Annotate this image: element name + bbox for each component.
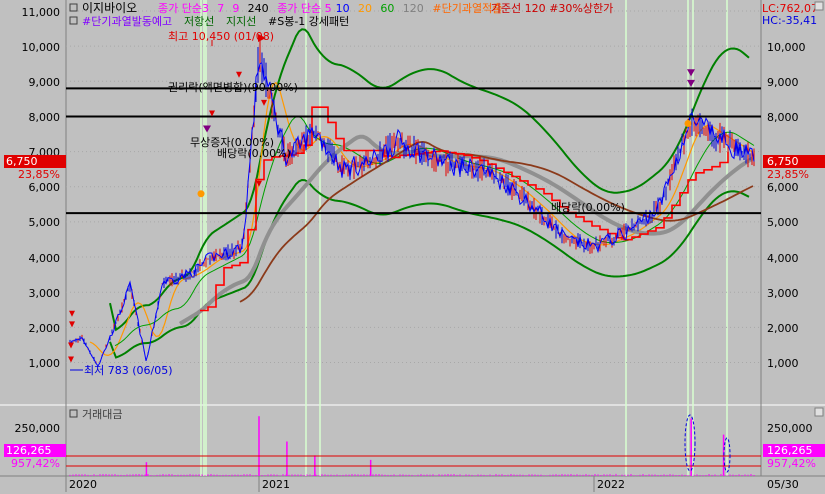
y-tick-right: 6,000 bbox=[767, 181, 799, 194]
volume-value-left: 126,265 bbox=[6, 444, 52, 457]
y-tick: 4,000 bbox=[29, 252, 61, 265]
y-tick-right: 4,000 bbox=[767, 252, 799, 265]
y-tick-right: 2,000 bbox=[767, 322, 799, 335]
current-change-right: 23,85% bbox=[767, 168, 809, 181]
high-annotation: 최고 10,450 (01/08) bbox=[168, 30, 274, 43]
left-price-axis: 11,000 10,000 9,000 8,000 7,000 6,000 5,… bbox=[22, 6, 61, 370]
y-tick: 2,000 bbox=[29, 322, 61, 335]
stock-name: 이지바이오 bbox=[82, 1, 137, 15]
legend-item: 종가 단순 5 bbox=[277, 2, 331, 15]
legend-item: 240 bbox=[248, 2, 269, 15]
y-tick-right: 9,000 bbox=[767, 76, 799, 89]
y-tick: 1,000 bbox=[29, 357, 61, 370]
y-tick: 3,000 bbox=[29, 287, 61, 300]
y-tick-right: 5,000 bbox=[767, 216, 799, 229]
legend-item: 종가 단순 bbox=[158, 2, 202, 15]
legend-item: 지지선 bbox=[226, 15, 256, 28]
x-tick: 2022 bbox=[597, 478, 625, 491]
legend-item: 10 bbox=[336, 2, 350, 15]
legend-item: 3 bbox=[202, 2, 209, 15]
x-end-date: 05/30 bbox=[767, 478, 799, 491]
current-change-left: 23,85% bbox=[18, 168, 60, 181]
legend-item: #S봉-1 강세패턴 bbox=[268, 15, 349, 28]
stock-chart[interactable]: 11,000 10,000 9,000 8,000 7,000 6,000 5,… bbox=[0, 0, 825, 494]
legend-item: 60 bbox=[380, 2, 394, 15]
x-tick: 2021 bbox=[262, 478, 290, 491]
current-price-right: 6,750 bbox=[767, 155, 799, 168]
volume-plot-area[interactable] bbox=[66, 407, 761, 475]
low-annotation: 최저 783 (06/05) bbox=[84, 364, 173, 377]
volume-ratio-right: 957,42% bbox=[767, 457, 816, 470]
legend-item: 9 bbox=[232, 2, 239, 15]
overheat-marker-icon bbox=[197, 190, 205, 198]
y-tick: 5,000 bbox=[29, 216, 61, 229]
right-price-axis: 10,000 9,000 8,000 6,000 5,000 4,000 3,0… bbox=[767, 41, 806, 370]
scroll-up-icon[interactable] bbox=[814, 1, 824, 11]
rights-ex-annotation: 권리락(액면병합)(90.00%) bbox=[168, 81, 298, 94]
y-tick-right: 8,000 bbox=[767, 111, 799, 124]
dividend-annotation: 배당락(0.00%) bbox=[217, 147, 291, 160]
y-tick-right: 1,000 bbox=[767, 357, 799, 370]
overheat-marker-icon bbox=[684, 119, 692, 127]
current-price-left: 6,750 bbox=[6, 155, 38, 168]
y-tick: 11,000 bbox=[22, 6, 61, 19]
dividend2-annotation: 배당락(0.00%) bbox=[551, 201, 625, 214]
hc-readout: HC:-35,41 bbox=[762, 14, 817, 27]
y-tick-right: 10,000 bbox=[767, 41, 806, 54]
legend-item: #30%상한가 bbox=[549, 2, 613, 15]
y-tick: 6,000 bbox=[29, 181, 61, 194]
volume-ratio-left: 957,42% bbox=[11, 457, 60, 470]
volume-title: 거래대금 bbox=[82, 408, 122, 421]
legend-item: 120 bbox=[403, 2, 424, 15]
volume-tick-right: 250,000 bbox=[767, 422, 813, 435]
y-tick: 9,000 bbox=[29, 76, 61, 89]
legend-item: 7 bbox=[217, 2, 224, 15]
legend-item: 기준선 120 bbox=[491, 2, 546, 15]
legend-item: 저항선 bbox=[184, 15, 214, 28]
scroll-down-icon[interactable] bbox=[814, 407, 824, 417]
price-plot-area[interactable] bbox=[66, 0, 761, 404]
legend-item: 20 bbox=[358, 2, 372, 15]
y-tick-right: 3,000 bbox=[767, 287, 799, 300]
volume-tick: 250,000 bbox=[15, 422, 61, 435]
volume-value-right: 126,265 bbox=[767, 444, 813, 457]
x-tick: 2020 bbox=[69, 478, 97, 491]
y-tick: 10,000 bbox=[22, 41, 61, 54]
legend-item: #단기과열발동예고 bbox=[82, 15, 172, 28]
y-tick: 8,000 bbox=[29, 111, 61, 124]
